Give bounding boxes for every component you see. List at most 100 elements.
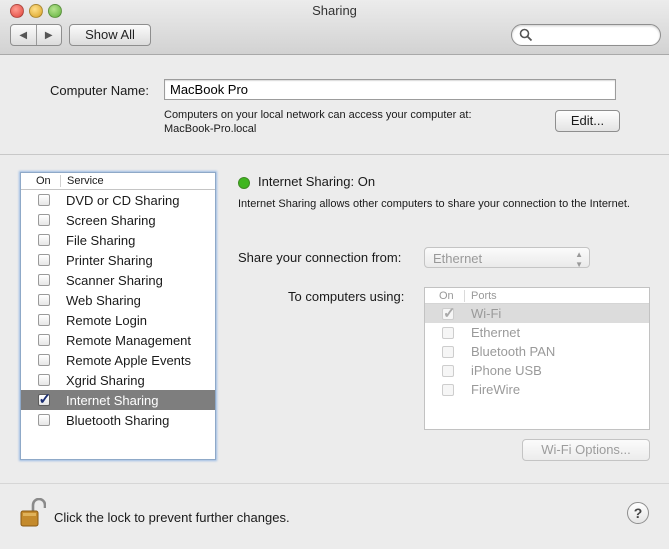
port-checkbox-cell [425,304,471,322]
sharing-window: Sharing ◀ ▶ Show All Computer Name: Comp… [0,0,669,549]
port-row[interactable]: Ethernet [425,323,649,342]
service-row[interactable]: Remote Management [21,330,215,350]
service-row[interactable]: Printer Sharing [21,250,215,270]
port-checkbox-cell [425,326,471,339]
service-checkbox-cell [21,274,66,286]
search-field[interactable] [511,24,661,46]
column-header-service[interactable]: Service [61,175,104,187]
service-list: On Service DVD or CD Sharing Screen Shari… [20,172,216,460]
port-row[interactable]: iPhone USB [425,361,649,380]
service-checkbox-cell [21,234,66,246]
port-checkbox-cell [425,345,471,358]
column-header-on[interactable]: On [425,289,465,302]
port-checkbox[interactable] [442,383,454,396]
lock-icon[interactable] [20,498,46,528]
service-row[interactable]: Internet Sharing [21,390,215,410]
service-label: DVD or CD Sharing [66,192,180,208]
computer-name-input[interactable] [164,79,616,100]
service-row[interactable]: DVD or CD Sharing [21,190,215,210]
share-from-value: Ethernet [433,251,483,266]
service-checkbox[interactable] [37,294,50,306]
service-checkbox-cell [21,314,66,326]
service-row[interactable]: Scanner Sharing [21,270,215,290]
port-label: Ethernet [471,325,521,340]
edit-hostname-button[interactable]: Edit... [555,110,620,132]
port-checkbox[interactable] [442,345,454,358]
port-checkbox[interactable] [442,326,454,339]
service-checkbox[interactable] [37,314,50,326]
service-checkbox-cell [21,294,66,306]
service-checkbox-cell [21,390,66,408]
port-label: iPhone USB [471,363,542,378]
service-label: File Sharing [66,232,136,248]
service-checkbox[interactable] [37,374,50,386]
service-checkbox[interactable] [37,274,50,286]
show-all-button[interactable]: Show All [69,24,151,46]
service-checkbox-cell [21,254,66,266]
service-checkbox-cell [21,334,66,346]
service-checkbox[interactable] [37,414,50,426]
wifi-options-button[interactable]: Wi-Fi Options... [522,439,650,461]
service-row[interactable]: Bluetooth Sharing [21,410,215,430]
service-list-header: On Service [21,173,215,190]
port-row[interactable]: Wi-Fi [425,304,649,323]
help-button[interactable]: ? [627,502,649,524]
share-from-label: Share your connection from: [238,250,402,265]
service-label: Scanner Sharing [66,272,163,288]
port-row[interactable]: FireWire [425,380,649,399]
service-checkbox-cell [21,414,66,426]
internet-sharing-status: Internet Sharing: On [258,174,376,189]
service-label: Remote Apple Events [66,352,192,368]
back-button[interactable]: ◀ [11,25,37,45]
service-row[interactable]: Remote Apple Events [21,350,215,370]
service-checkbox-cell [21,354,66,366]
port-label: FireWire [471,382,521,397]
share-from-popup[interactable]: Ethernet ▲ ▼ [424,247,590,269]
service-label: Bluetooth Sharing [66,412,170,428]
to-computers-label: To computers using: [288,289,405,304]
service-checkbox-cell [21,194,66,206]
search-icon [519,28,533,42]
service-row[interactable]: File Sharing [21,230,215,250]
service-row[interactable]: Remote Login [21,310,215,330]
port-checkbox[interactable] [442,364,454,377]
forward-arrow-icon: ▶ [44,29,53,41]
port-checkbox[interactable] [442,304,456,322]
port-row[interactable]: Bluetooth PAN [425,342,649,361]
column-header-on[interactable]: On [21,175,61,187]
computer-name-label: Computer Name: [50,83,149,98]
service-checkbox[interactable] [37,234,50,246]
internet-sharing-description: Internet Sharing allows other computers … [238,198,630,210]
service-checkbox[interactable] [37,194,50,206]
local-hostname: MacBook-Pro.local [164,123,257,135]
service-label: Remote Login [66,312,147,328]
service-label: Internet Sharing [66,392,159,408]
service-checkbox[interactable] [37,254,50,266]
footer-divider [0,483,669,484]
service-label: Screen Sharing [66,212,156,228]
service-label: Printer Sharing [66,252,153,268]
service-row[interactable]: Screen Sharing [21,210,215,230]
service-row[interactable]: Xgrid Sharing [21,370,215,390]
port-checkbox-cell [425,383,471,396]
back-arrow-icon: ◀ [19,29,28,41]
network-address-info: Computers on your local network can acce… [164,108,544,136]
status-indicator-icon [238,177,250,189]
service-label: Web Sharing [66,292,141,308]
ports-list: On Ports Wi-Fi Ethernet Bluetooth PAN iPhon… [424,287,650,430]
network-info-text: Computers on your local network can acce… [164,109,472,121]
service-checkbox-cell [21,214,66,226]
service-checkbox[interactable] [37,390,51,408]
section-divider [0,154,669,155]
title-bar: Sharing ◀ ▶ Show All [0,0,669,55]
service-checkbox[interactable] [37,354,50,366]
service-row[interactable]: Web Sharing [21,290,215,310]
service-checkbox-cell [21,374,66,386]
service-checkbox[interactable] [37,214,50,226]
service-label: Xgrid Sharing [66,372,145,388]
column-header-ports[interactable]: Ports [465,290,497,302]
ports-list-header: On Ports [425,288,649,304]
service-label: Remote Management [66,332,192,348]
service-checkbox[interactable] [37,334,50,346]
forward-button[interactable]: ▶ [37,25,62,45]
